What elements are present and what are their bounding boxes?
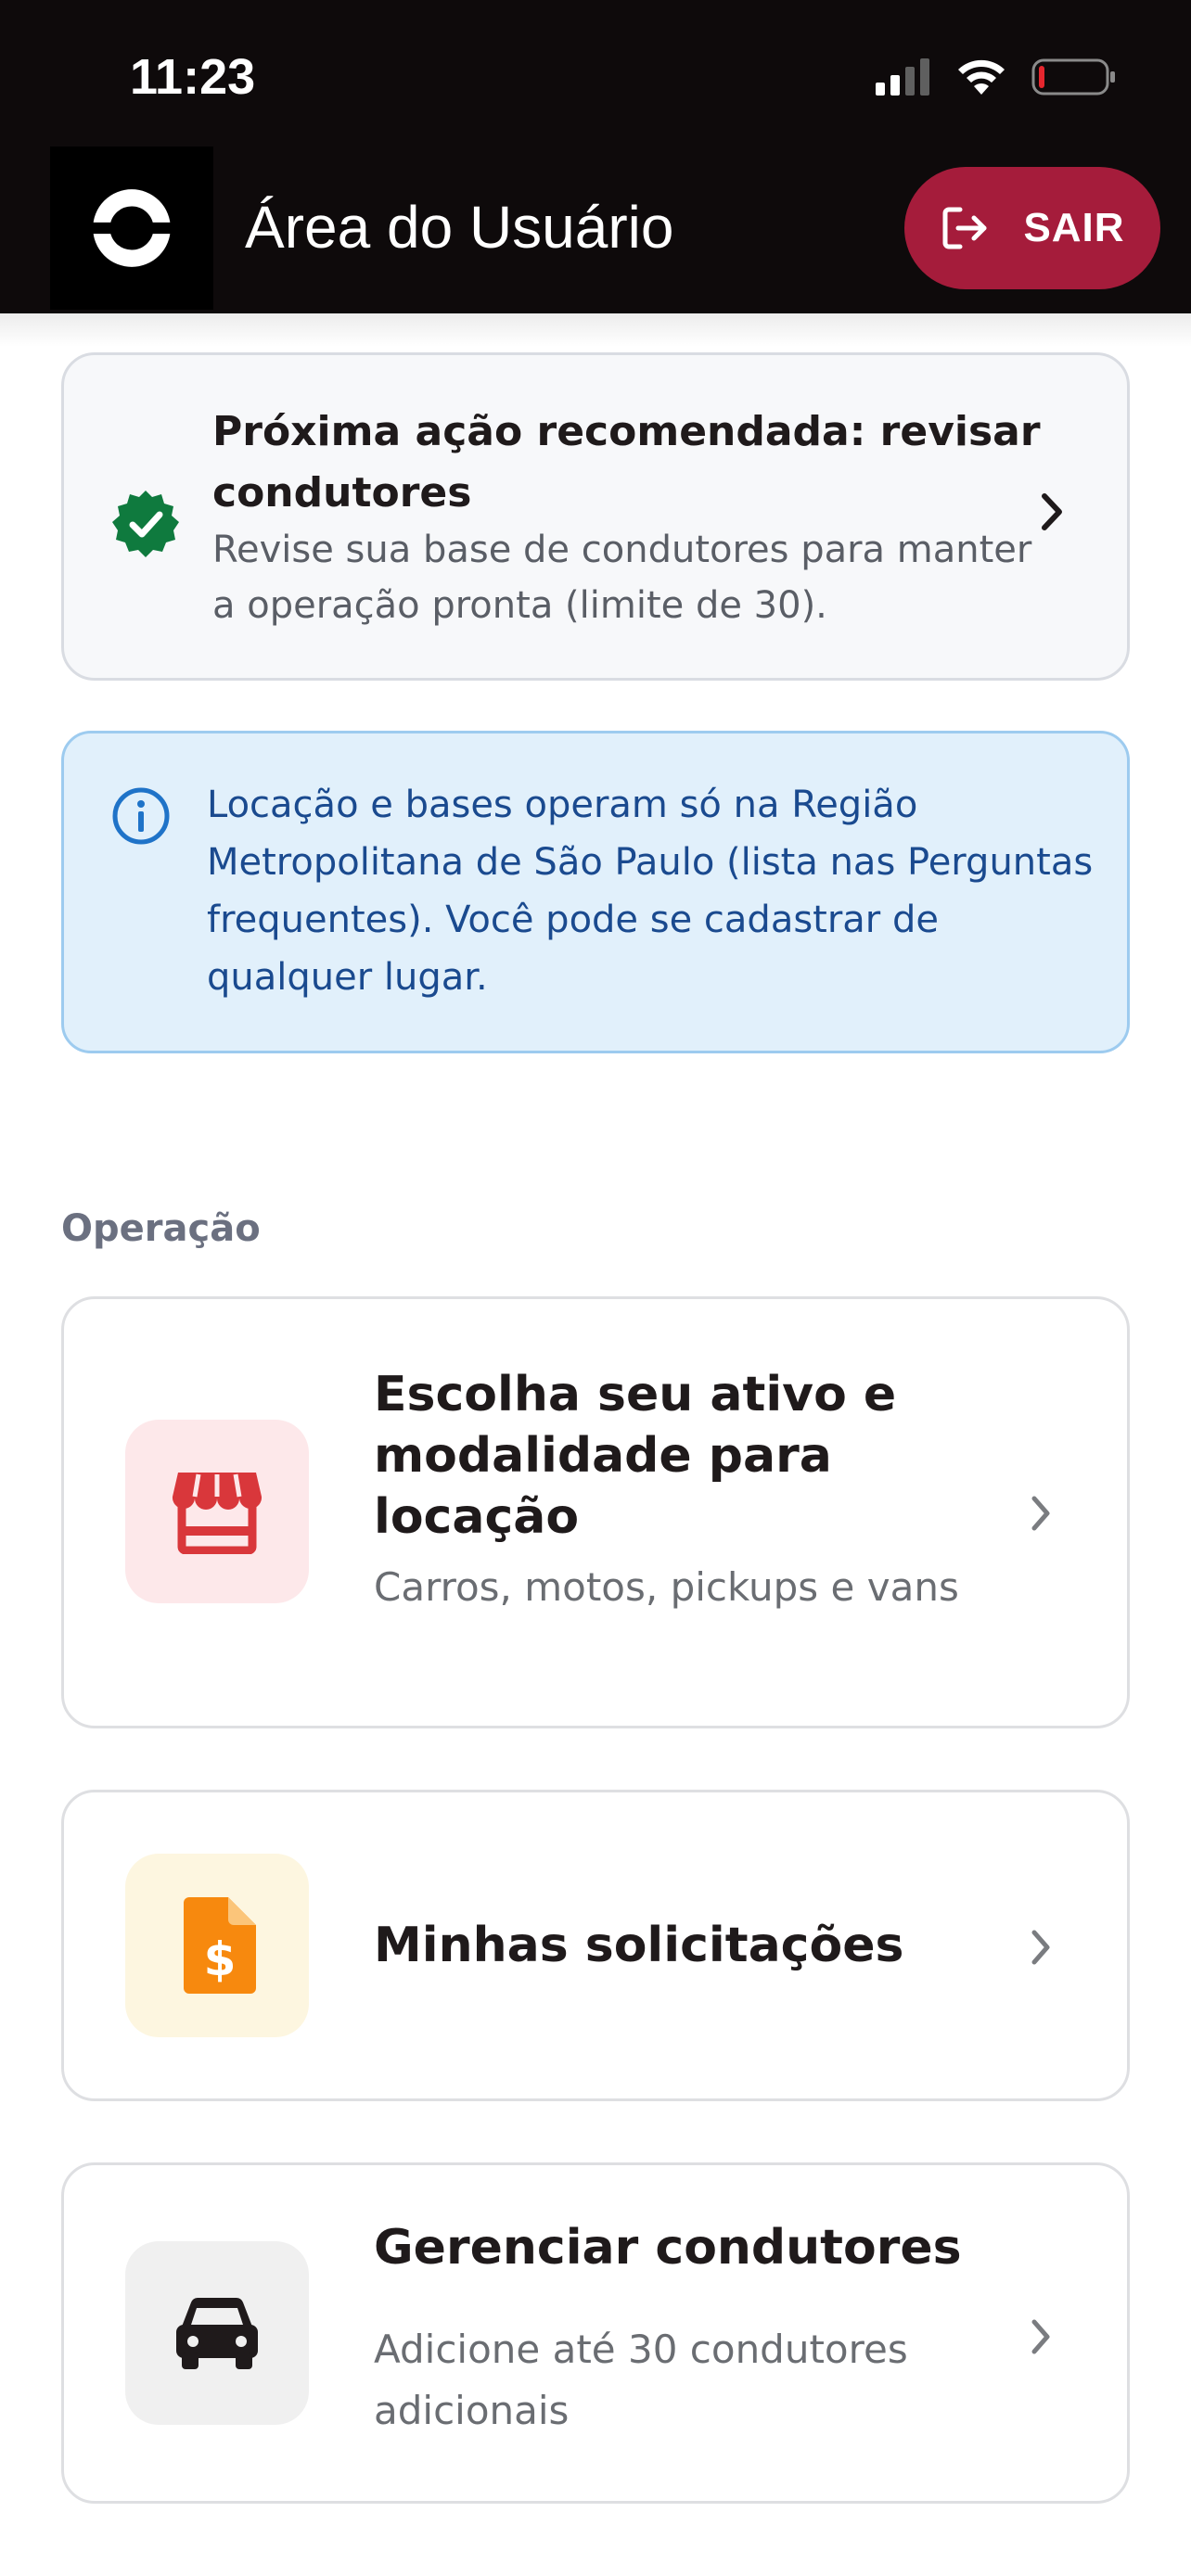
menu-subtitle: Adicione até 30 condutores adicionais <box>374 2327 908 2433</box>
logout-icon <box>942 207 987 249</box>
menu-icon-box <box>125 1420 309 1603</box>
menu-card-rental[interactable]: Escolha seu ativo e modalidade para loca… <box>61 1296 1130 1728</box>
page-title: Área do Usuário <box>245 194 674 261</box>
menu-title: Gerenciar condutores <box>374 2220 962 2276</box>
chevron-right-icon <box>1031 1496 1050 1531</box>
status-icons <box>876 54 1117 100</box>
signal-icon <box>876 58 929 96</box>
logo-icon <box>84 189 179 267</box>
invoice-dollar-icon: $ <box>184 1897 256 1994</box>
menu-card-drivers[interactable]: Gerenciar condutores Adicione até 30 con… <box>61 2162 1130 2504</box>
recommendation-text: Revise sua base de condutores para mante… <box>212 529 1032 627</box>
battery-icon <box>1031 58 1115 96</box>
menu-title: Minhas solicitações <box>374 1918 904 1973</box>
wifi-icon <box>958 59 1005 95</box>
menu-icon-box: $ <box>125 1854 309 2037</box>
svg-text:$: $ <box>204 1932 237 1986</box>
info-icon <box>112 787 170 845</box>
logout-label: SAIR <box>1023 205 1125 250</box>
info-notice-text: Locação e bases operam só na Região Metr… <box>207 784 1094 999</box>
chevron-right-icon <box>1031 1930 1050 1965</box>
header-shadow <box>0 313 1191 347</box>
storefront-icon <box>172 1473 263 1554</box>
recommendation-title: Próxima ação recomendada: revisar condut… <box>212 408 1041 516</box>
car-icon <box>176 2298 258 2369</box>
menu-icon-box <box>125 2241 309 2425</box>
app-header: 11:23 Área do Usuário SAIR <box>0 0 1191 313</box>
app-logo[interactable] <box>50 147 213 310</box>
status-time: 11:23 <box>130 49 256 105</box>
verified-badge-icon <box>112 491 179 557</box>
chevron-right-icon <box>1031 2319 1050 2354</box>
menu-card-requests[interactable]: $ Minhas solicitações <box>61 1790 1130 2101</box>
chevron-right-icon <box>1042 493 1062 530</box>
menu-title: Escolha seu ativo e modalidade para loca… <box>374 1367 897 1545</box>
logout-button[interactable]: SAIR <box>904 167 1160 289</box>
region-info-notice: Locação e bases operam só na Região Metr… <box>61 731 1130 1053</box>
section-label-operacao: Operação <box>61 1207 261 1250</box>
menu-subtitle: Carros, motos, pickups e vans <box>374 1564 959 1610</box>
recommended-action-card[interactable]: Próxima ação recomendada: revisar condut… <box>61 352 1130 681</box>
